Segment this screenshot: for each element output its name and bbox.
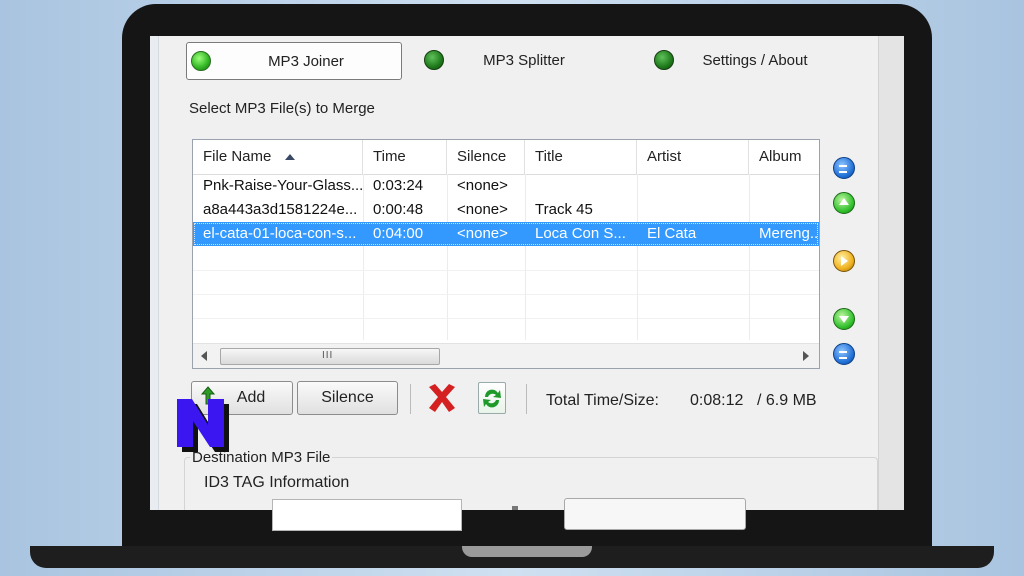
column-header-file-name[interactable]: File Name — [193, 140, 363, 174]
cell-title: Track 45 — [535, 201, 593, 218]
window-left-edge — [150, 36, 159, 510]
silence-button[interactable]: Silence — [297, 381, 398, 415]
cell-time: 0:00:48 — [373, 201, 424, 218]
column-header-time[interactable]: Time — [363, 140, 447, 174]
column-header-album[interactable]: Album — [749, 140, 819, 174]
cell-artist — [637, 198, 749, 222]
table-row-selected[interactable]: el-cata-01-loca-con-s... 0:04:00 <none> … — [193, 222, 819, 246]
column-header-silence[interactable]: Silence — [447, 140, 525, 174]
move-up-icon[interactable] — [833, 192, 855, 214]
list-header: File Name Time Silence Title Artist Albu… — [193, 140, 819, 175]
cell-artist: El Cata — [647, 225, 697, 242]
move-to-top-icon[interactable] — [833, 157, 855, 179]
cell-title: Loca Con S... — [535, 225, 626, 242]
n-logo-overlay — [177, 399, 229, 452]
cell-file-name: el-cata-01-loca-con-s... — [203, 225, 357, 242]
tab-label: Settings / About — [702, 51, 808, 69]
table-row[interactable]: Pnk-Raise-Your-Glass... 0:03:24 <none> — [193, 174, 819, 198]
status-led-icon — [191, 51, 211, 71]
table-row[interactable]: a8a443a3d1581224e... 0:00:48 <none> Trac… — [193, 198, 819, 222]
cell-artist — [637, 174, 749, 198]
cell-silence: <none> — [457, 177, 508, 194]
refresh-arrows-icon — [483, 389, 501, 408]
tab-label: MP3 Joiner — [268, 52, 344, 70]
tab-settings-about[interactable]: Settings / About — [650, 42, 836, 78]
cell-silence: <none> — [457, 225, 508, 242]
section-label: Select MP3 File(s) to Merge — [189, 100, 375, 117]
id3-text-field[interactable] — [272, 499, 462, 531]
column-header-title[interactable]: Title — [525, 140, 637, 174]
sort-ascending-icon — [285, 154, 296, 161]
laptop-screen: MP3 Joiner MP3 Splitter Settings / About… — [150, 36, 904, 510]
window-right-edge — [878, 36, 904, 510]
total-size-value: / 6.9 MB — [757, 392, 817, 409]
cell-file-name: a8a443a3d1581224e... — [203, 201, 358, 218]
cell-album: Mereng... — [759, 225, 819, 242]
field-label-mark — [512, 506, 518, 510]
grid-row-line — [193, 270, 819, 271]
scroll-left-icon[interactable] — [201, 351, 207, 361]
total-time-size-label: Total Time/Size: — [546, 392, 659, 409]
grid-row-line — [193, 294, 819, 295]
cell-time: 0:04:00 — [373, 225, 424, 242]
laptop-notch — [462, 546, 592, 557]
toolbar-divider — [526, 384, 527, 414]
play-icon[interactable] — [833, 250, 855, 272]
status-led-icon — [654, 50, 674, 70]
cell-file-name: Pnk-Raise-Your-Glass... — [203, 177, 363, 194]
scrollbar-thumb[interactable]: III — [220, 348, 440, 365]
status-led-icon — [424, 50, 444, 70]
cell-album — [749, 174, 819, 198]
cell-silence: <none> — [457, 201, 508, 218]
id3-dropdown-field[interactable] — [564, 498, 746, 530]
laptop-base — [30, 546, 994, 568]
column-header-artist[interactable]: Artist — [637, 140, 749, 174]
tab-label: MP3 Splitter — [483, 51, 565, 69]
add-button-label: Add — [236, 389, 266, 406]
move-down-icon[interactable] — [833, 308, 855, 330]
file-list[interactable]: File Name Time Silence Title Artist Albu… — [192, 139, 820, 369]
silence-button-label: Silence — [321, 389, 374, 406]
id3-tag-information-label: ID3 TAG Information — [204, 474, 350, 491]
horizontal-scrollbar[interactable]: III — [193, 343, 819, 368]
refresh-icon[interactable] — [478, 382, 506, 414]
toolbar-divider — [410, 384, 411, 414]
delete-icon[interactable] — [425, 381, 459, 415]
scroll-right-icon[interactable] — [803, 351, 809, 361]
scrollbar-grip: III — [322, 350, 334, 361]
tab-mp3-splitter[interactable]: MP3 Splitter — [420, 42, 604, 78]
total-time-value: 0:08:12 — [690, 392, 744, 409]
mp3-joiner-window: MP3 Joiner MP3 Splitter Settings / About… — [150, 36, 904, 510]
move-to-bottom-icon[interactable] — [833, 343, 855, 365]
cell-album — [749, 198, 819, 222]
grid-row-line — [193, 318, 819, 319]
cell-time: 0:03:24 — [373, 177, 424, 194]
tab-mp3-joiner[interactable]: MP3 Joiner — [186, 42, 402, 80]
cell-title — [525, 174, 637, 198]
